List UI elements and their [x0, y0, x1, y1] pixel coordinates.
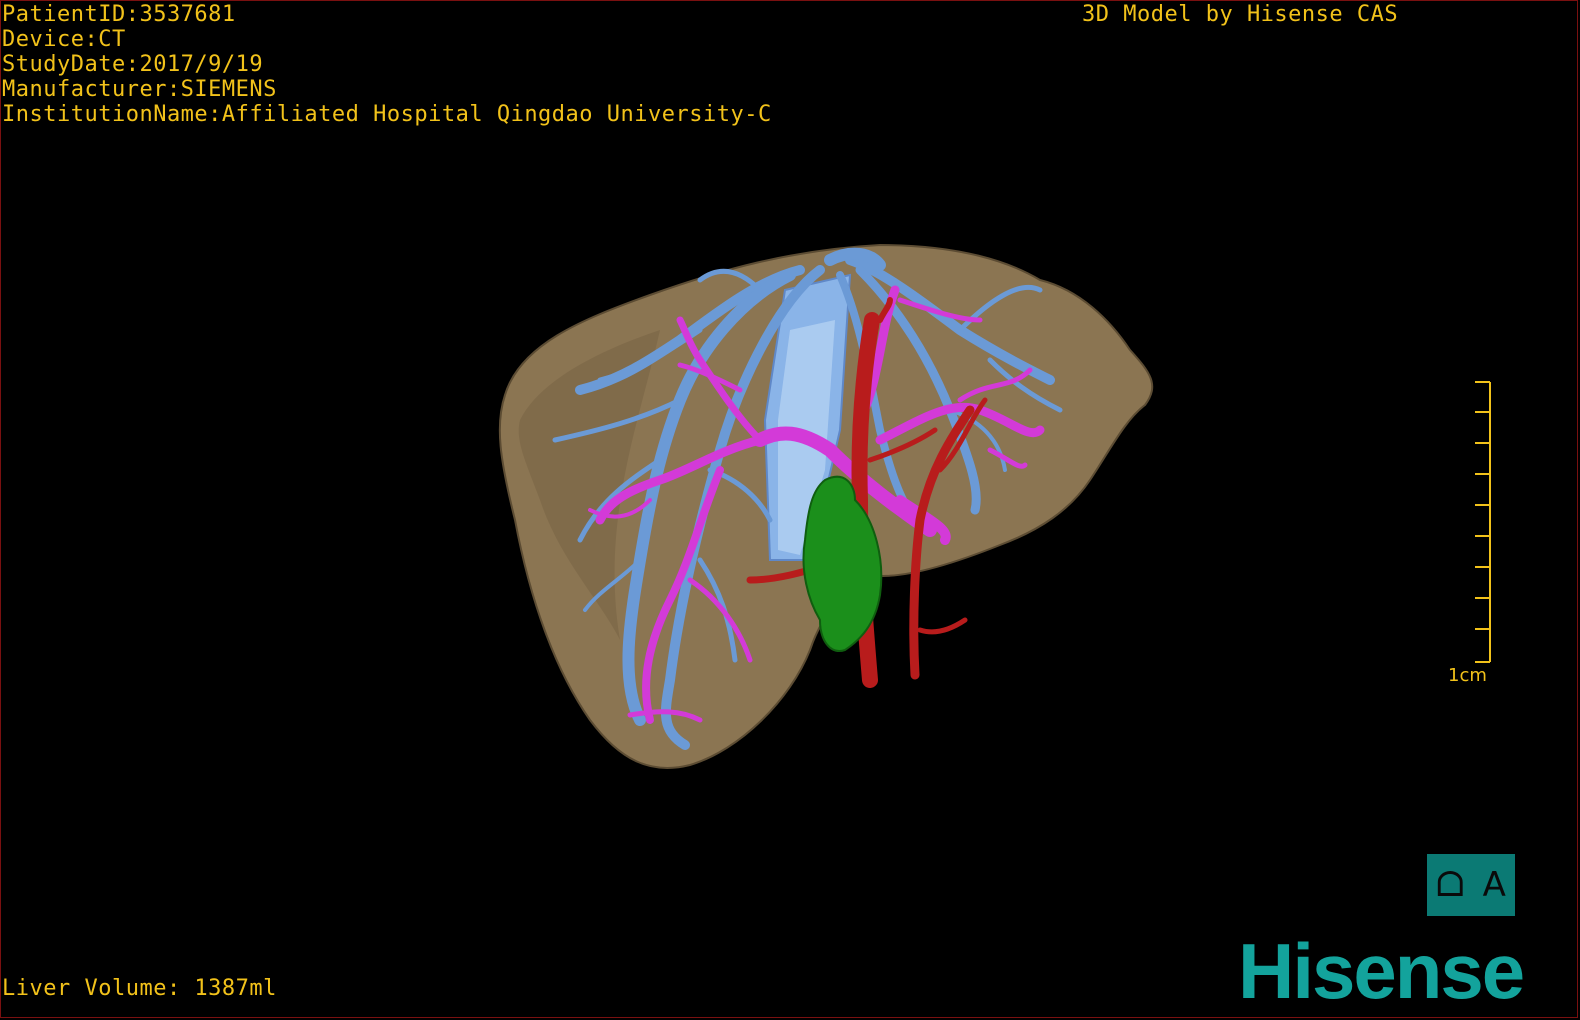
- scale-label: 1cm: [1448, 665, 1487, 686]
- manufacturer: Manufacturer:SIEMENS: [2, 77, 277, 102]
- device: Device:CT: [2, 27, 126, 52]
- liver-3d-model[interactable]: [0, 0, 1580, 1020]
- model-credit: 3D Model by Hisense CAS: [1082, 2, 1399, 27]
- patient-id: PatientID:3537681: [2, 2, 236, 27]
- scale-bar: [1475, 381, 1491, 663]
- institution-name: InstitutionName:Affiliated Hospital Qing…: [2, 102, 772, 127]
- liver-volume: Liver Volume: 1387ml: [2, 976, 277, 1001]
- patient-info-overlay: PatientID:3537681 Device:CT StudyDate:20…: [2, 2, 772, 127]
- view-orientation-button[interactable]: ᗝ A: [1427, 854, 1515, 916]
- hisense-logo: Hisense: [1238, 927, 1525, 1015]
- study-date: StudyDate:2017/9/19: [2, 52, 264, 77]
- view-anterior-icon: A: [1482, 865, 1506, 905]
- view-left-icon: ᗝ: [1436, 865, 1465, 905]
